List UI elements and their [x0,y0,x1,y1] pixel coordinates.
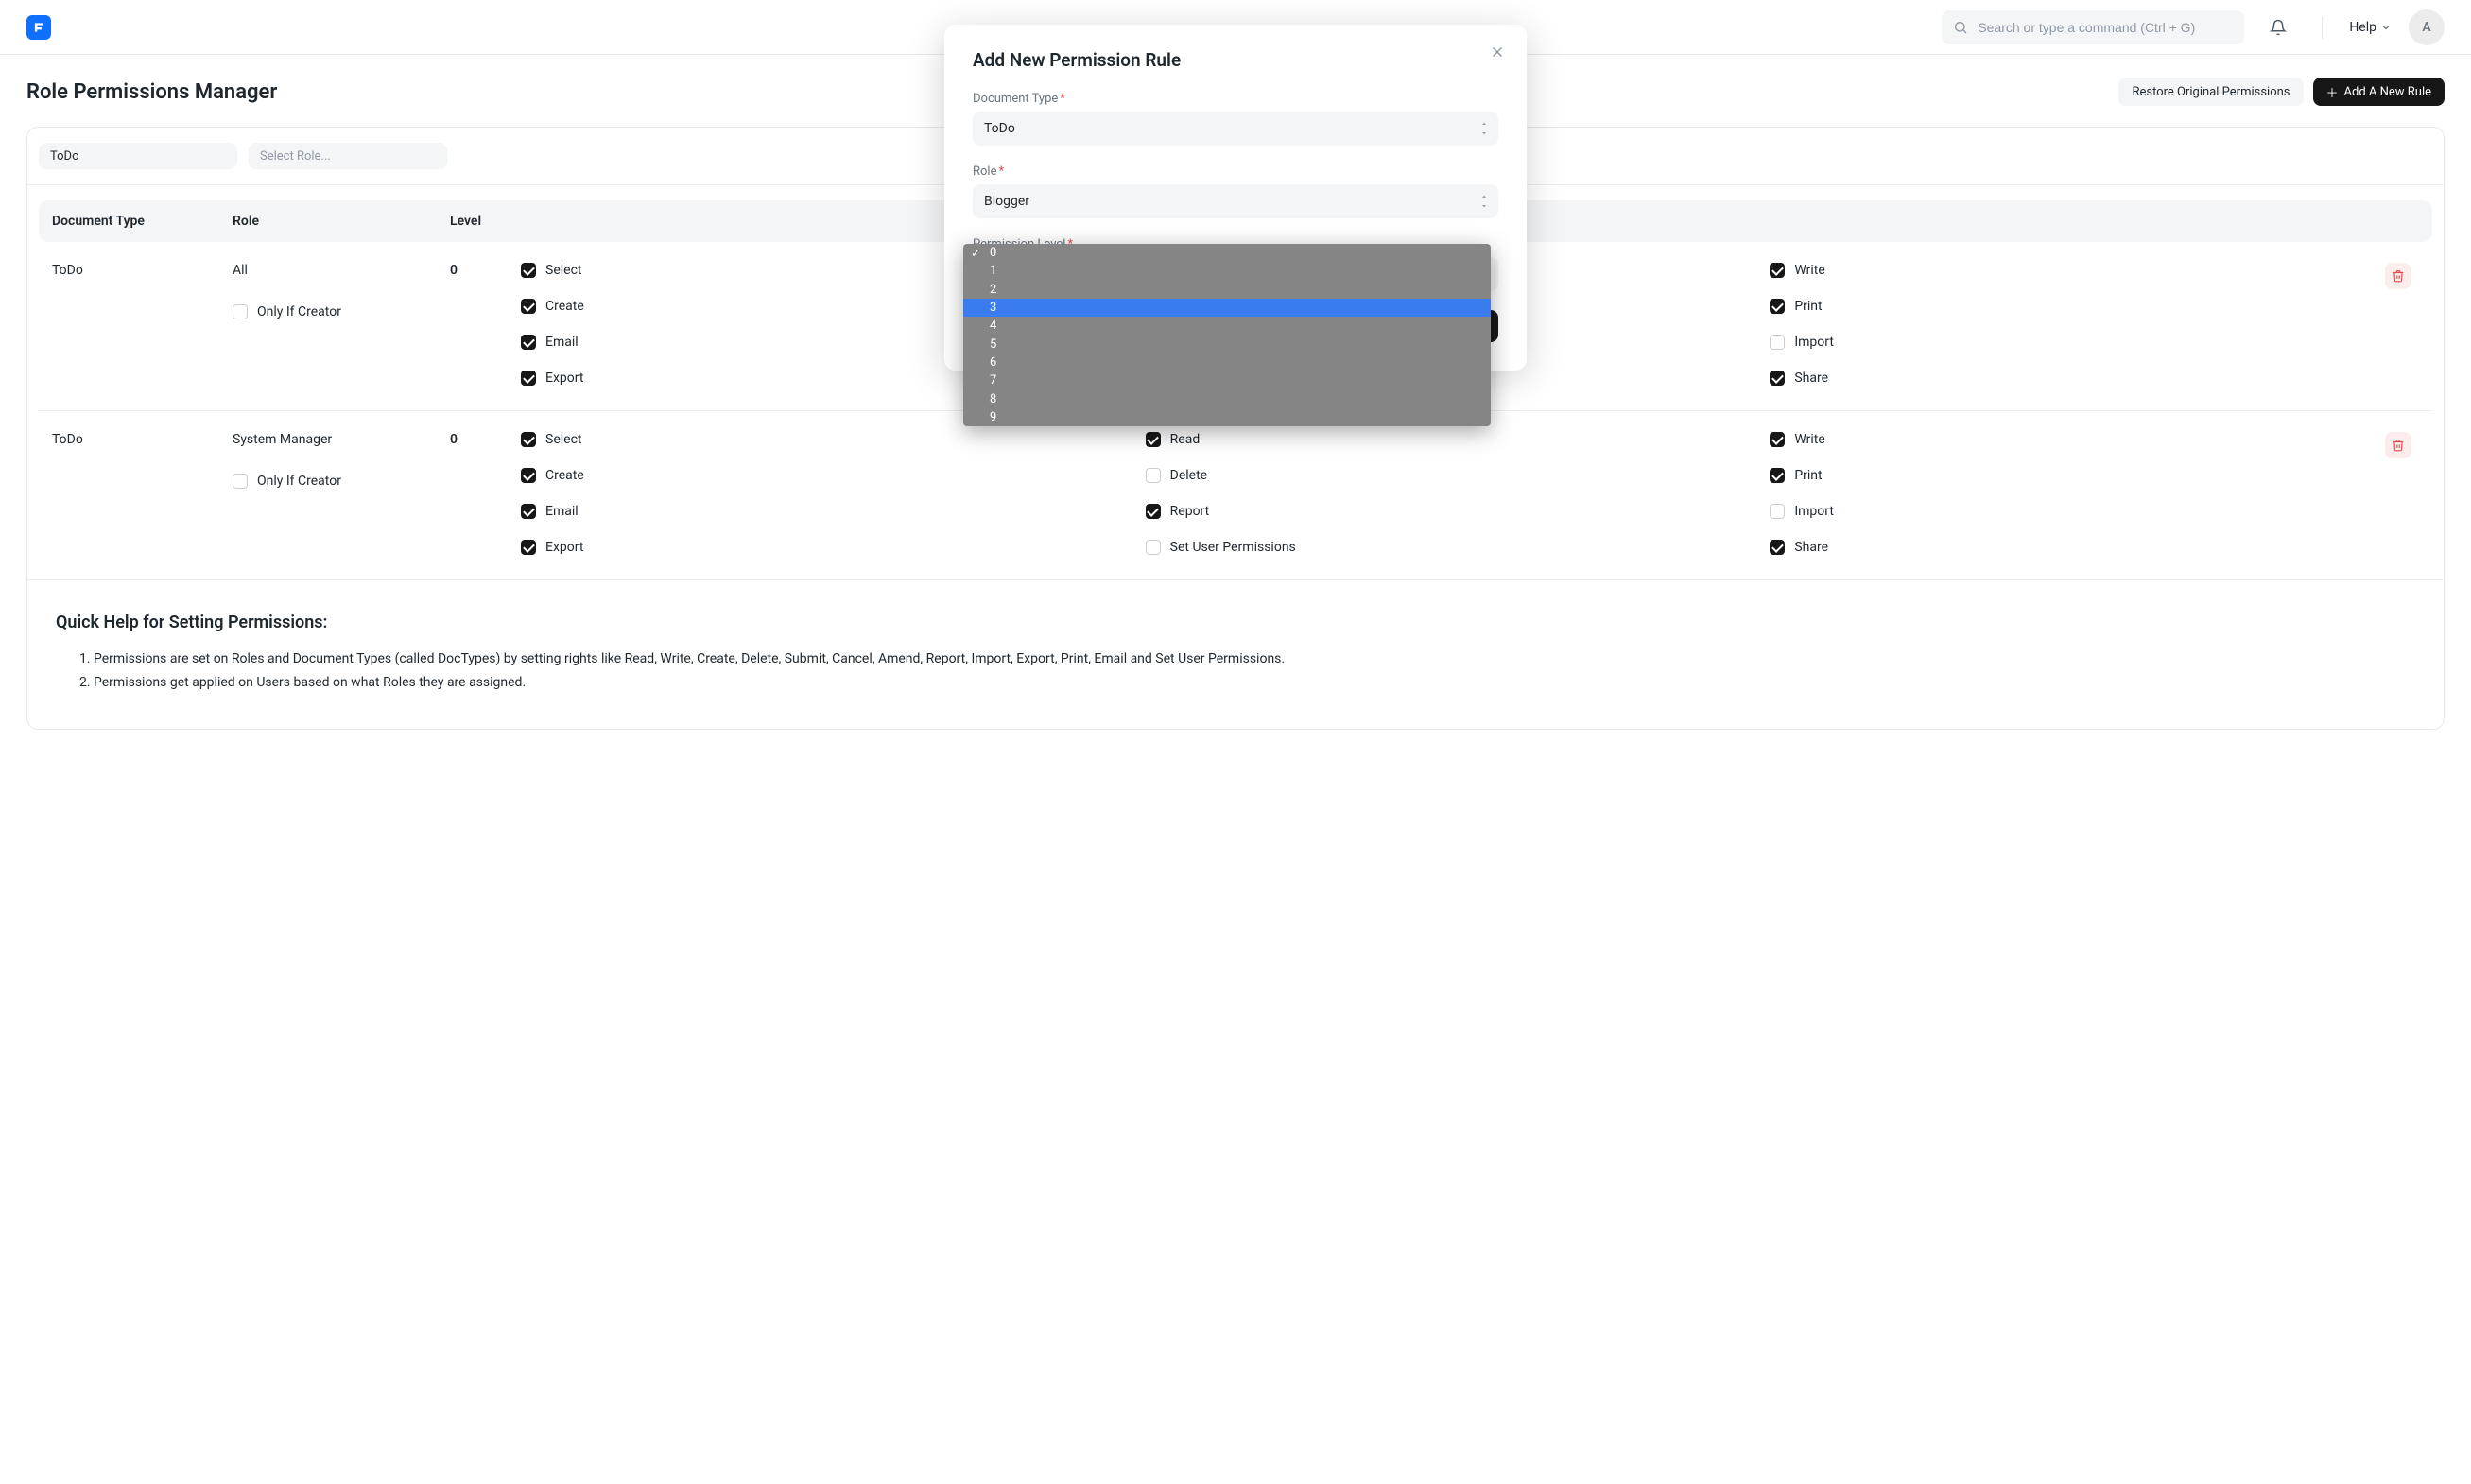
role-select[interactable]: Blogger [973,184,1498,218]
dropdown-option-4[interactable]: 4 [963,317,1491,335]
dropdown-option-3[interactable]: 3 [963,299,1491,317]
dropdown-option-9[interactable]: 9 [963,408,1491,426]
doctype-select[interactable]: ToDo [973,112,1498,146]
permission-level-dropdown[interactable]: 0123456789 [963,244,1491,426]
dropdown-option-2[interactable]: 2 [963,281,1491,299]
stepper-icon [1479,119,1489,138]
modal-close-button[interactable] [1489,43,1506,64]
doctype-field: Document Type* ToDo [973,92,1498,146]
role-field: Role* Blogger [973,164,1498,218]
dropdown-option-5[interactable]: 5 [963,335,1491,353]
dropdown-option-6[interactable]: 6 [963,354,1491,371]
stepper-icon [1479,192,1489,211]
dropdown-option-8[interactable]: 8 [963,389,1491,407]
dropdown-option-7[interactable]: 7 [963,371,1491,389]
dropdown-option-1[interactable]: 1 [963,262,1491,280]
dropdown-option-0[interactable]: 0 [963,244,1491,262]
close-icon [1489,43,1506,60]
modal-title: Add New Permission Rule [973,49,1498,71]
